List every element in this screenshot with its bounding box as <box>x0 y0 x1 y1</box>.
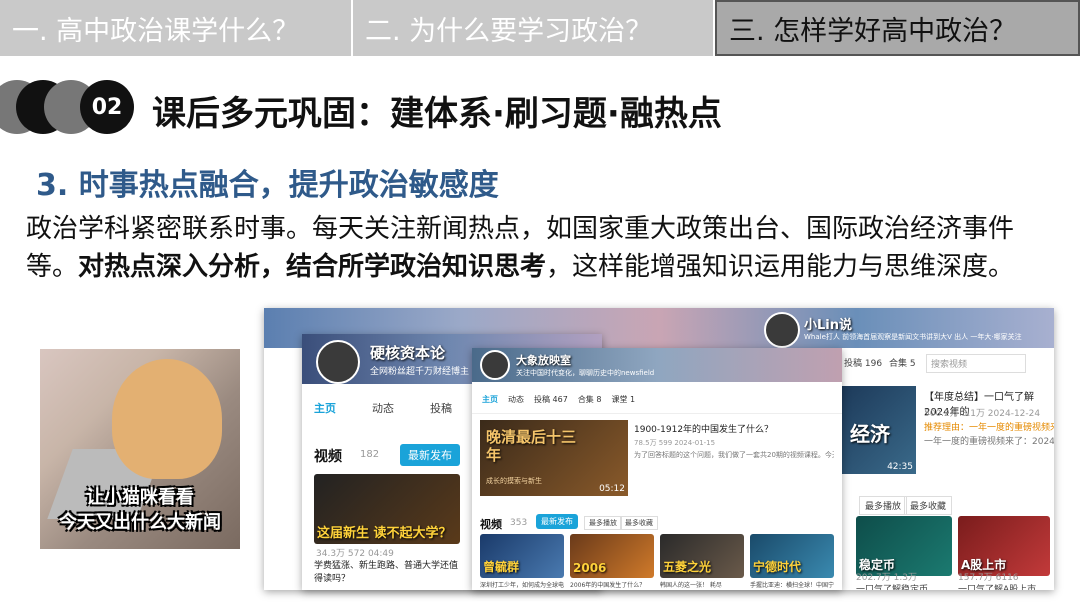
nav-post-count: 196 <box>864 359 883 369</box>
channel-desc: Whale打人 前领海首届观察是新闻文书讲到大V 出人 一年大·哪家关注 <box>804 333 1022 341</box>
nav-post-label: 投稿 <box>844 359 863 369</box>
para-bold: 对热点深入分析，结合所学政治知识思考 <box>78 252 547 282</box>
cat-meme-image: 让小猫咪看看 今天又出什么大新闻 <box>40 349 240 549</box>
feature-desc: 为了回答标题的这个问题，我们做了一套共20期的视频课程。今天，视频终于上线了。 <box>634 451 834 459</box>
video-thumb[interactable]: 宁德时代 <box>750 534 834 578</box>
cover-sub: 成长的摸索与新生 <box>486 477 542 485</box>
video-tag: 推荐理由：一年一度的重磅视频来了！ 2024年、 <box>924 423 1054 433</box>
nav-col-count: 5 <box>909 359 916 369</box>
thumb-caption: 韩国人的这一张！ 耗尽 <box>660 582 722 589</box>
nav-class[interactable]: 课堂 1 <box>611 394 635 405</box>
feature-title[interactable]: 1900-1912年的中国发生了什么？ <box>634 422 773 435</box>
video-thumb[interactable]: 五菱之光 <box>660 534 744 578</box>
nav-dynamic[interactable]: 动态 <box>508 394 524 405</box>
subheading: 3. 时事热点融合，提升政治敏感度 <box>36 168 499 203</box>
avatar <box>316 340 360 384</box>
nav-post[interactable]: 投稿 <box>430 400 452 416</box>
thumb-caption: 手握比亚迪：横扫全球！中国宁王 <box>750 582 834 589</box>
sort-most-played[interactable]: 最多播放 <box>859 496 908 515</box>
video-thumb[interactable]: 2006 <box>570 534 654 578</box>
feature-cover[interactable]: 晚清最后十三年 成长的摸索与新生 05:12 <box>480 420 628 496</box>
video-desc: 一年一度的重磅视频来了：2024年、全球经济概 <box>924 437 1054 447</box>
section-tabs: 一. 高中政治课学什么？ 二. 为什么要学习政治？ 三. 怎样学好高中政治？ <box>0 0 1080 56</box>
thumb-title: 2006 <box>573 561 607 575</box>
video-thumb[interactable]: A股上市 <box>958 516 1050 576</box>
caption-line: 让小猫咪看看 <box>86 487 194 508</box>
channel-name: 小Lin说 <box>804 318 852 333</box>
tab-how-to-learn[interactable]: 三. 怎样学好高中政治？ <box>715 0 1080 56</box>
para-text: ，这样能增强知识运用能力与思维深度。 <box>546 252 1015 282</box>
thumb-title: 这届新生 读不起大学？ <box>317 526 452 541</box>
sort-most-fav[interactable]: 最多收藏 <box>620 516 658 530</box>
tab-why-learn[interactable]: 二. 为什么要学习政治？ <box>353 0 715 56</box>
tab-what-to-learn[interactable]: 一. 高中政治课学什么？ <box>0 0 353 56</box>
cover-time: 05:12 <box>599 484 625 494</box>
nav-home[interactable]: 主页 <box>314 400 336 416</box>
feature-stats: 78.5万 599 2024-01-15 <box>634 439 716 447</box>
meme-caption: 让小猫咪看看 今天又出什么大新闻 <box>40 485 240 535</box>
avatar <box>764 312 800 348</box>
thumb-caption: 2006年的中国发生了什么？ <box>570 582 646 589</box>
channel-name: 大象放映室 <box>516 354 571 367</box>
thumb-caption: 一口气了解稳定币 <box>856 585 929 590</box>
section-marker: 02 <box>0 80 140 134</box>
cat-shape <box>112 359 222 479</box>
channel-name: 硬核资本论 <box>370 344 446 362</box>
cover-title: 经济 <box>850 422 890 446</box>
sort-most-fav[interactable]: 最多收藏 <box>904 496 953 515</box>
thumb-title: 宁德时代 <box>753 560 802 574</box>
thumb-title: 曾毓群 <box>483 560 520 574</box>
latest-button[interactable]: 最新发布 <box>400 444 460 466</box>
search-input[interactable]: 搜索视频 <box>926 354 1026 373</box>
video-section-label: 视频 <box>480 518 502 531</box>
section-number: 02 <box>80 80 134 134</box>
channel-desc: 全网粉丝超千万财经博主 <box>370 367 470 377</box>
thumb-caption: 学费猛涨、新生跑路、普通大学还值得读吗？ <box>314 561 459 584</box>
video-stats: 500.2万 3.1万 2024-12-24 <box>924 409 1041 419</box>
video-count: 182 <box>360 449 380 460</box>
video-thumb[interactable]: 这届新生 读不起大学？ <box>314 474 460 544</box>
nav-collection[interactable]: 合集 8 <box>578 394 602 405</box>
nav-home[interactable]: 主页 <box>482 394 498 405</box>
avatar <box>480 350 510 380</box>
thumb-caption: 一口气了解A股上市 <box>958 585 1037 590</box>
caption-line: 今天又出什么大新闻 <box>59 512 221 533</box>
nav-collection[interactable]: 合集 5 <box>889 356 916 369</box>
cover-time: 42:35 <box>887 462 913 472</box>
video-count: 353 <box>510 518 528 528</box>
video-thumb[interactable]: 曾毓群 <box>480 534 564 578</box>
thumb-caption: 深圳打工少年，如何成为全球电池 <box>480 582 564 589</box>
body-paragraph: 政治学科紧密联系时事。每天关注新闻热点，如国家重大政策出台、国际政治经济事件等。… <box>26 210 1056 286</box>
page-title: 课后多元巩固：建体系·刷习题·融热点 <box>152 94 722 134</box>
sort-most-played[interactable]: 最多播放 <box>584 516 622 530</box>
nav-dynamic[interactable]: 动态 <box>372 400 394 416</box>
channel-nav: 主页 动态 投稿 467 合集 8 课堂 1 <box>472 386 842 414</box>
cover-title: 晚清最后十三年 <box>486 428 577 464</box>
channel-desc: 关注中国时代变化，聊聊历史中的newsfield <box>516 369 655 377</box>
screenshot-daxiang: 大象放映室 关注中国时代变化，聊聊历史中的newsfield 主页 动态 投稿 … <box>472 348 842 590</box>
video-section-label: 视频 <box>314 449 342 465</box>
nav-col-label: 合集 <box>889 359 908 369</box>
video-thumb[interactable]: 稳定币 <box>856 516 952 576</box>
video-cover[interactable]: 经济 42:35 <box>842 386 916 474</box>
nav-post[interactable]: 投稿 467 <box>534 394 568 405</box>
latest-button[interactable]: 最新发布 <box>536 514 578 529</box>
nav-post[interactable]: 投稿 196 <box>844 356 882 369</box>
thumb-title: 五菱之光 <box>663 560 712 574</box>
